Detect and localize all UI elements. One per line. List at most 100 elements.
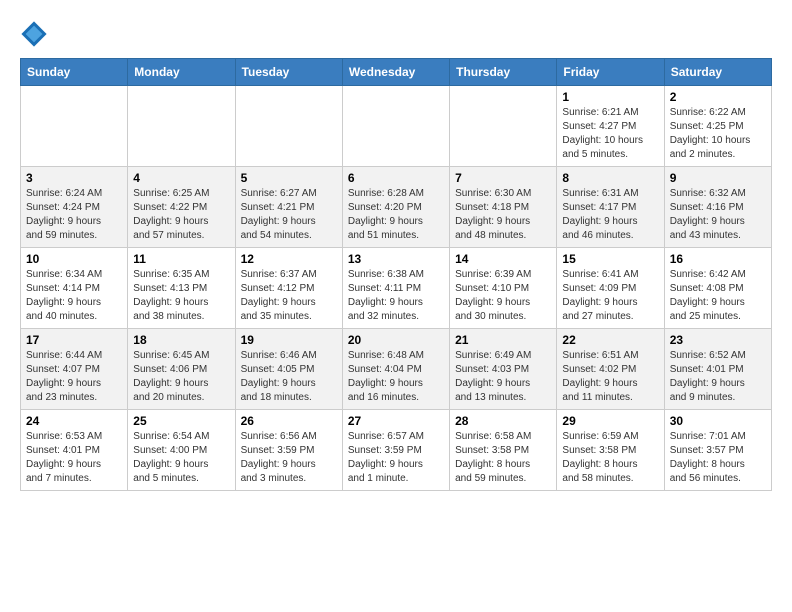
calendar-cell: 7 Sunrise: 6:30 AM Sunset: 4:18 PM Daylig… — [450, 167, 557, 248]
day-number: 8 — [562, 171, 658, 185]
calendar-cell: 30 Sunrise: 7:01 AM Sunset: 3:57 PM Dayli… — [664, 410, 771, 491]
day-number: 13 — [348, 252, 444, 266]
calendar-cell: 27 Sunrise: 6:57 AM Sunset: 3:59 PM Dayli… — [342, 410, 449, 491]
day-info: Sunrise: 6:28 AM Sunset: 4:20 PM Dayligh… — [348, 187, 444, 243]
day-number: 26 — [241, 414, 337, 428]
day-info: Sunrise: 7:01 AM Sunset: 3:57 PM Dayligh… — [670, 430, 766, 486]
calendar-cell — [235, 86, 342, 167]
day-number: 14 — [455, 252, 551, 266]
day-info: Sunrise: 6:39 AM Sunset: 4:10 PM Dayligh… — [455, 268, 551, 324]
calendar-cell: 20 Sunrise: 6:48 AM Sunset: 4:04 PM Dayli… — [342, 329, 449, 410]
day-info: Sunrise: 6:49 AM Sunset: 4:03 PM Dayligh… — [455, 349, 551, 405]
day-number: 1 — [562, 90, 658, 104]
day-number: 19 — [241, 333, 337, 347]
weekday-header-tuesday: Tuesday — [235, 59, 342, 86]
calendar-cell: 22Sunrise: 6:51 AM Sunset: 4:02 PM Dayli… — [557, 329, 664, 410]
calendar-cell: 25Sunrise: 6:54 AM Sunset: 4:00 PM Dayli… — [128, 410, 235, 491]
day-number: 25 — [133, 414, 229, 428]
calendar-cell: 4 Sunrise: 6:25 AM Sunset: 4:22 PM Daylig… — [128, 167, 235, 248]
calendar-cell: 29 Sunrise: 6:59 AM Sunset: 3:58 PM Dayli… — [557, 410, 664, 491]
day-number: 9 — [670, 171, 766, 185]
day-info: Sunrise: 6:57 AM Sunset: 3:59 PM Dayligh… — [348, 430, 444, 486]
day-number: 10 — [26, 252, 122, 266]
day-info: Sunrise: 6:27 AM Sunset: 4:21 PM Dayligh… — [241, 187, 337, 243]
calendar-cell: 19 Sunrise: 6:46 AM Sunset: 4:05 PM Dayli… — [235, 329, 342, 410]
day-info: Sunrise: 6:44 AM Sunset: 4:07 PM Dayligh… — [26, 349, 122, 405]
calendar-cell: 24Sunrise: 6:53 AM Sunset: 4:01 PM Dayli… — [21, 410, 128, 491]
calendar-cell — [128, 86, 235, 167]
day-info: Sunrise: 6:38 AM Sunset: 4:11 PM Dayligh… — [348, 268, 444, 324]
day-number: 29 — [562, 414, 658, 428]
calendar-cell: 14 Sunrise: 6:39 AM Sunset: 4:10 PM Dayli… — [450, 248, 557, 329]
day-number: 3 — [26, 171, 122, 185]
day-number: 5 — [241, 171, 337, 185]
calendar-cell: 5 Sunrise: 6:27 AM Sunset: 4:21 PM Daylig… — [235, 167, 342, 248]
calendar-cell: 8 Sunrise: 6:31 AM Sunset: 4:17 PM Daylig… — [557, 167, 664, 248]
calendar-cell: 16 Sunrise: 6:42 AM Sunset: 4:08 PM Dayli… — [664, 248, 771, 329]
calendar-cell: 3 Sunrise: 6:24 AM Sunset: 4:24 PM Daylig… — [21, 167, 128, 248]
calendar-cell — [342, 86, 449, 167]
weekday-header-monday: Monday — [128, 59, 235, 86]
calendar-cell: 11 Sunrise: 6:35 AM Sunset: 4:13 PM Dayli… — [128, 248, 235, 329]
day-number: 4 — [133, 171, 229, 185]
weekday-header-row: SundayMondayTuesdayWednesdayThursdayFrid… — [21, 59, 772, 86]
calendar-cell: 15Sunrise: 6:41 AM Sunset: 4:09 PM Dayli… — [557, 248, 664, 329]
day-info: Sunrise: 6:42 AM Sunset: 4:08 PM Dayligh… — [670, 268, 766, 324]
day-number: 24 — [26, 414, 122, 428]
day-info: Sunrise: 6:45 AM Sunset: 4:06 PM Dayligh… — [133, 349, 229, 405]
calendar-cell — [450, 86, 557, 167]
calendar-cell: 21 Sunrise: 6:49 AM Sunset: 4:03 PM Dayli… — [450, 329, 557, 410]
calendar-cell — [21, 86, 128, 167]
day-number: 22 — [562, 333, 658, 347]
weekday-header-thursday: Thursday — [450, 59, 557, 86]
day-number: 2 — [670, 90, 766, 104]
day-info: Sunrise: 6:30 AM Sunset: 4:18 PM Dayligh… — [455, 187, 551, 243]
day-info: Sunrise: 6:59 AM Sunset: 3:58 PM Dayligh… — [562, 430, 658, 486]
calendar-cell: 6 Sunrise: 6:28 AM Sunset: 4:20 PM Daylig… — [342, 167, 449, 248]
day-number: 21 — [455, 333, 551, 347]
day-info: Sunrise: 6:46 AM Sunset: 4:05 PM Dayligh… — [241, 349, 337, 405]
weekday-header-saturday: Saturday — [664, 59, 771, 86]
day-info: Sunrise: 6:32 AM Sunset: 4:16 PM Dayligh… — [670, 187, 766, 243]
page-header — [20, 20, 772, 48]
day-info: Sunrise: 6:21 AM Sunset: 4:27 PM Dayligh… — [562, 106, 658, 162]
calendar-week-1: 1 Sunrise: 6:21 AM Sunset: 4:27 PM Daylig… — [21, 86, 772, 167]
day-number: 16 — [670, 252, 766, 266]
day-info: Sunrise: 6:56 AM Sunset: 3:59 PM Dayligh… — [241, 430, 337, 486]
calendar-cell: 12 Sunrise: 6:37 AM Sunset: 4:12 PM Dayli… — [235, 248, 342, 329]
day-number: 20 — [348, 333, 444, 347]
logo — [20, 20, 52, 48]
calendar-week-5: 24Sunrise: 6:53 AM Sunset: 4:01 PM Dayli… — [21, 410, 772, 491]
calendar-cell: 13 Sunrise: 6:38 AM Sunset: 4:11 PM Dayli… — [342, 248, 449, 329]
calendar-week-3: 10Sunrise: 6:34 AM Sunset: 4:14 PM Dayli… — [21, 248, 772, 329]
day-info: Sunrise: 6:35 AM Sunset: 4:13 PM Dayligh… — [133, 268, 229, 324]
calendar-cell: 9 Sunrise: 6:32 AM Sunset: 4:16 PM Daylig… — [664, 167, 771, 248]
calendar-cell: 17 Sunrise: 6:44 AM Sunset: 4:07 PM Dayli… — [21, 329, 128, 410]
day-number: 28 — [455, 414, 551, 428]
calendar-cell: 28Sunrise: 6:58 AM Sunset: 3:58 PM Dayli… — [450, 410, 557, 491]
calendar-cell: 2 Sunrise: 6:22 AM Sunset: 4:25 PM Daylig… — [664, 86, 771, 167]
logo-icon — [20, 20, 48, 48]
day-info: Sunrise: 6:52 AM Sunset: 4:01 PM Dayligh… — [670, 349, 766, 405]
calendar-cell: 1 Sunrise: 6:21 AM Sunset: 4:27 PM Daylig… — [557, 86, 664, 167]
day-number: 23 — [670, 333, 766, 347]
day-number: 12 — [241, 252, 337, 266]
day-info: Sunrise: 6:31 AM Sunset: 4:17 PM Dayligh… — [562, 187, 658, 243]
day-info: Sunrise: 6:25 AM Sunset: 4:22 PM Dayligh… — [133, 187, 229, 243]
day-number: 11 — [133, 252, 229, 266]
day-info: Sunrise: 6:37 AM Sunset: 4:12 PM Dayligh… — [241, 268, 337, 324]
day-number: 7 — [455, 171, 551, 185]
weekday-header-friday: Friday — [557, 59, 664, 86]
day-info: Sunrise: 6:22 AM Sunset: 4:25 PM Dayligh… — [670, 106, 766, 162]
day-number: 15 — [562, 252, 658, 266]
day-number: 30 — [670, 414, 766, 428]
weekday-header-sunday: Sunday — [21, 59, 128, 86]
day-number: 17 — [26, 333, 122, 347]
day-number: 6 — [348, 171, 444, 185]
day-info: Sunrise: 6:24 AM Sunset: 4:24 PM Dayligh… — [26, 187, 122, 243]
day-number: 27 — [348, 414, 444, 428]
day-info: Sunrise: 6:48 AM Sunset: 4:04 PM Dayligh… — [348, 349, 444, 405]
weekday-header-wednesday: Wednesday — [342, 59, 449, 86]
calendar-week-4: 17 Sunrise: 6:44 AM Sunset: 4:07 PM Dayli… — [21, 329, 772, 410]
calendar-cell: 10Sunrise: 6:34 AM Sunset: 4:14 PM Dayli… — [21, 248, 128, 329]
